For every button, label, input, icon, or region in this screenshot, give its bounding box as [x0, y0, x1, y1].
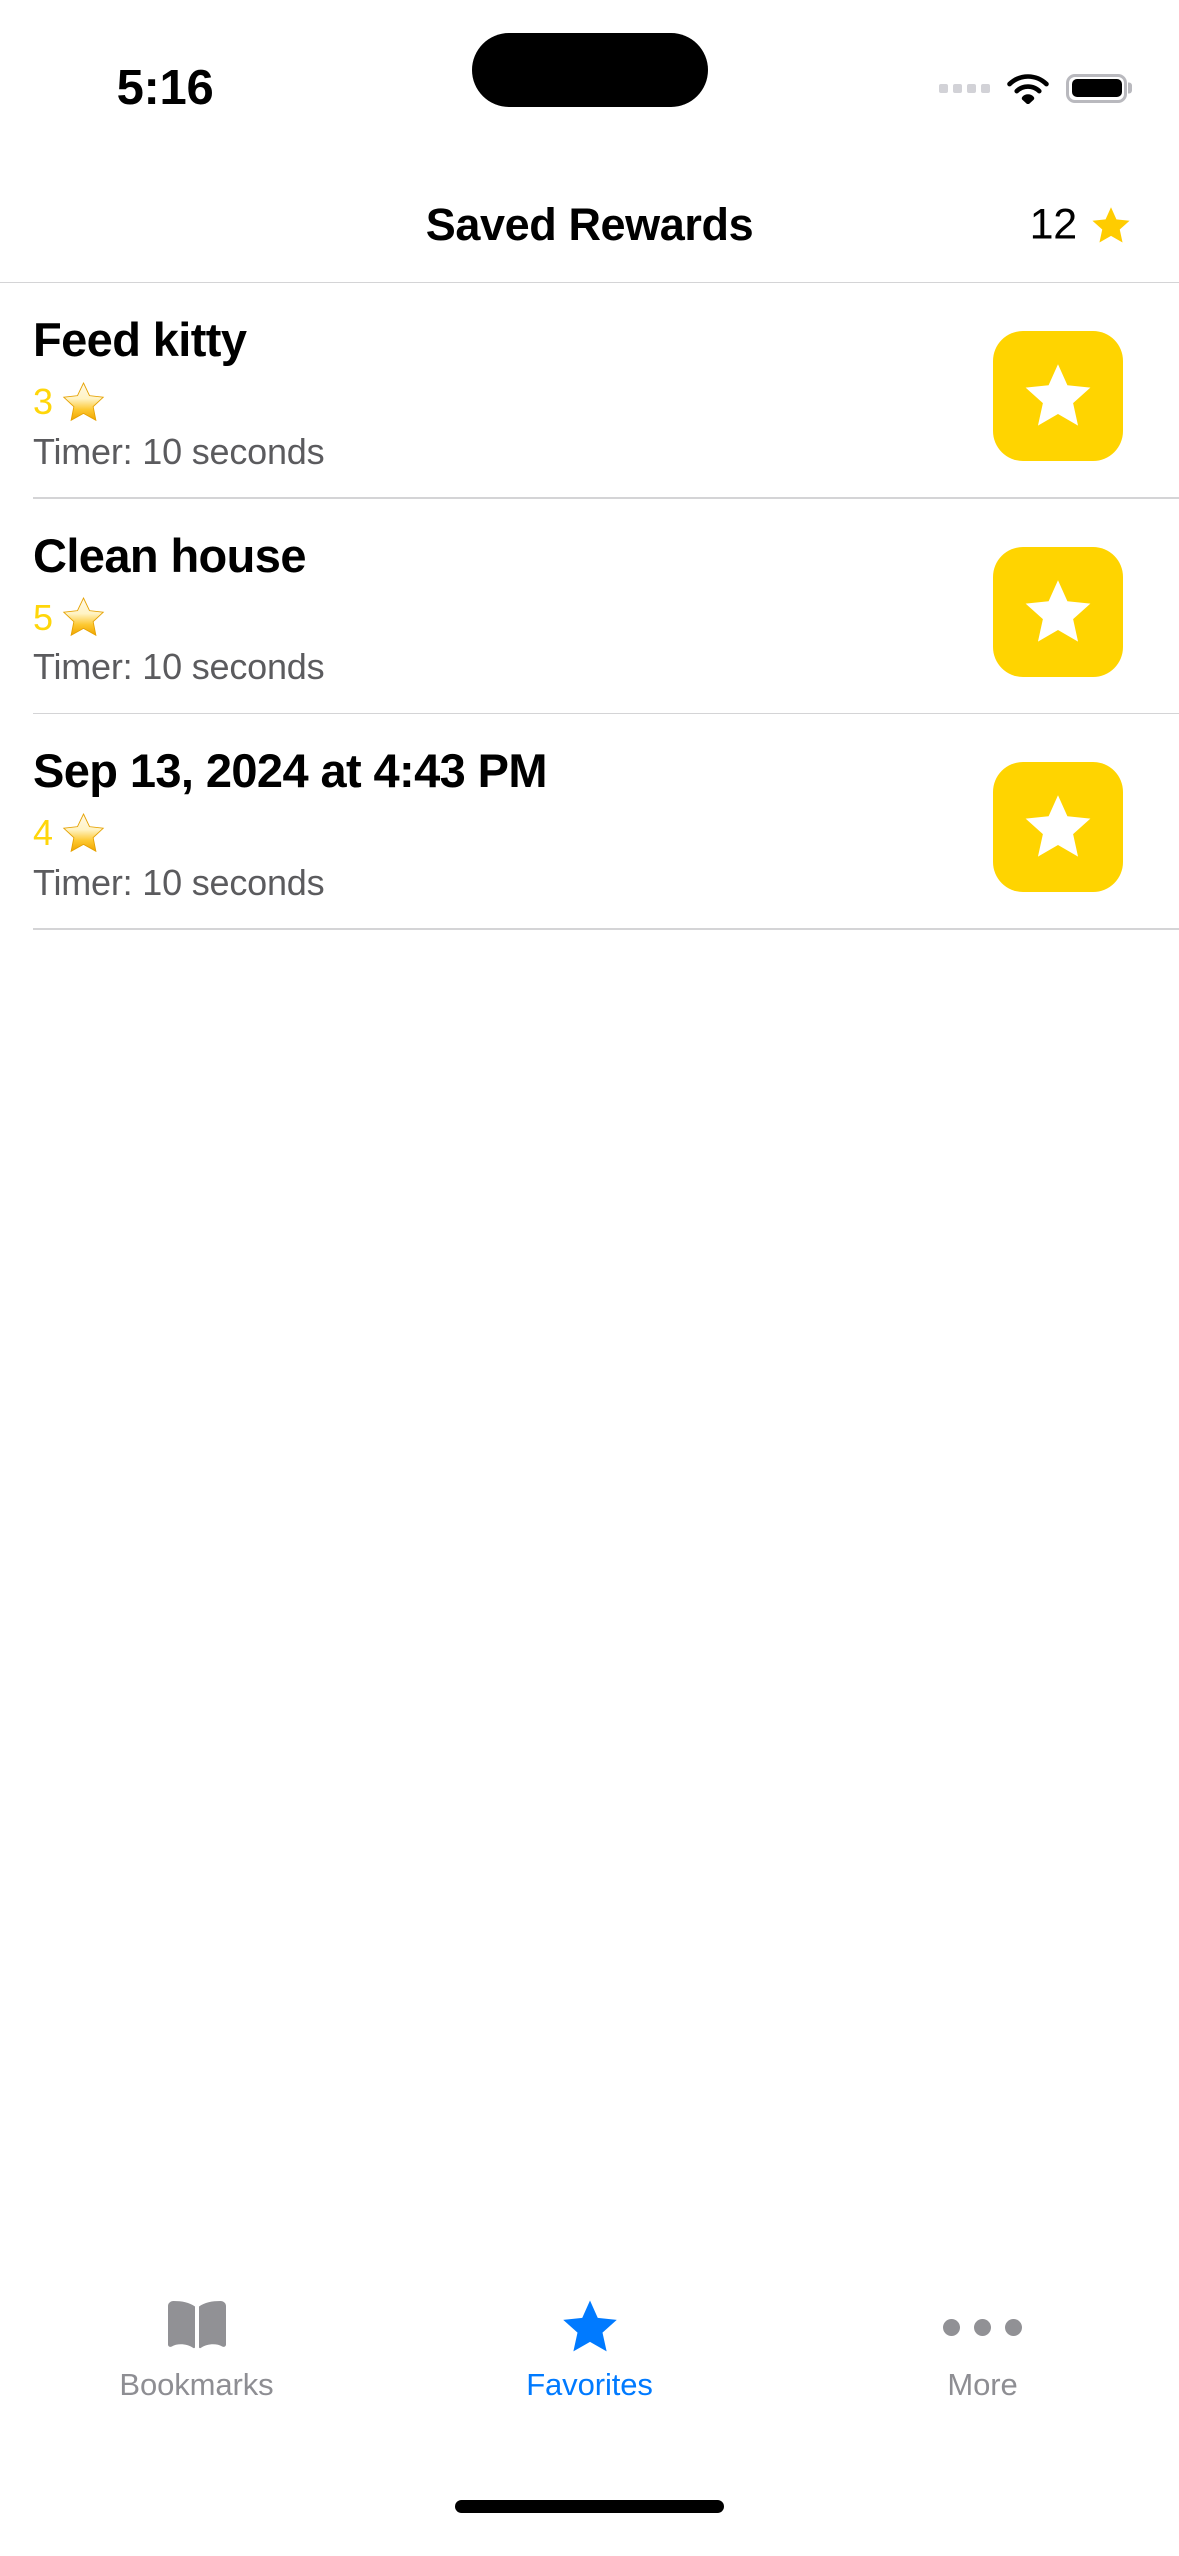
- reward-action: [993, 331, 1123, 461]
- home-indicator[interactable]: [455, 2500, 724, 2513]
- navigation-bar: Saved Rewards 12: [0, 168, 1179, 283]
- book-icon: [166, 2296, 228, 2358]
- reward-timer: Timer: 10 seconds: [33, 861, 325, 903]
- reward-points-value: 3: [33, 381, 53, 423]
- reward-details: Feed kitty 3 Timer: 10 seconds: [33, 309, 993, 473]
- reward-title: Feed kitty: [33, 313, 247, 366]
- tab-favorites-label: Favorites: [526, 2367, 653, 2402]
- tab-bookmarks-label: Bookmarks: [119, 2367, 274, 2402]
- list-item[interactable]: Feed kitty 3 Timer: 10 seconds: [0, 283, 1179, 499]
- rewards-list: Feed kitty 3 Timer: 10 seconds Clean hou…: [0, 283, 1179, 2274]
- reward-points: 3: [33, 380, 993, 425]
- cellular-dots-icon: [939, 83, 990, 93]
- tab-more-label: More: [947, 2367, 1018, 2402]
- reward-points: 4: [33, 811, 993, 856]
- status-bar-indicators: [939, 0, 1127, 168]
- home-indicator-area: [0, 2484, 1179, 2556]
- ellipsis-icon: [943, 2296, 1022, 2358]
- total-points-badge: 12: [1030, 201, 1132, 250]
- reward-title: Sep 13, 2024 at 4:43 PM: [33, 744, 548, 798]
- status-bar-time: 5:16: [116, 61, 214, 115]
- reward-action: [993, 762, 1123, 893]
- reward-timer: Timer: 10 seconds: [33, 646, 325, 688]
- page-title: Saved Rewards: [425, 199, 754, 250]
- status-bar: 5:16: [0, 0, 1179, 168]
- star-button-icon[interactable]: [993, 546, 1123, 677]
- star-button-icon[interactable]: [993, 762, 1123, 893]
- reward-points-value: 4: [33, 812, 53, 854]
- star-emoji-icon: [62, 597, 105, 637]
- dynamic-island: [471, 33, 708, 107]
- reward-details: Clean house 5 Timer: 10 seconds: [33, 525, 993, 689]
- reward-timer: Timer: 10 seconds: [33, 430, 325, 472]
- app-screen: 5:16 Saved Rewards 12 Feed kitty 3 Timer…: [0, 0, 1179, 2556]
- star-button-icon[interactable]: [993, 331, 1123, 461]
- star-emoji-icon: [62, 381, 105, 421]
- list-item[interactable]: Sep 13, 2024 at 4:43 PM 4 Timer: 10 seco…: [0, 714, 1179, 930]
- star-glyph-icon: [1025, 364, 1091, 426]
- battery-icon: [1066, 73, 1127, 103]
- star-glyph-icon: [1025, 579, 1091, 642]
- star-glyph-icon: [1025, 795, 1091, 857]
- list-item[interactable]: Clean house 5 Timer: 10 seconds: [0, 499, 1179, 715]
- star-icon: [559, 2296, 621, 2358]
- star-emoji-icon: [62, 812, 105, 852]
- tab-bookmarks[interactable]: Bookmarks: [0, 2296, 393, 2403]
- reward-points: 5: [33, 595, 993, 640]
- star-filled-icon: [1092, 206, 1130, 242]
- tab-favorites[interactable]: Favorites: [393, 2296, 786, 2403]
- wifi-icon: [1007, 74, 1049, 104]
- reward-action: [993, 546, 1123, 677]
- reward-points-value: 5: [33, 596, 53, 638]
- reward-title: Clean house: [33, 528, 306, 582]
- tab-more[interactable]: More: [786, 2296, 1179, 2403]
- tab-bar: Bookmarks Favorites More: [0, 2274, 1179, 2484]
- reward-details: Sep 13, 2024 at 4:43 PM 4 Timer: 10 seco…: [33, 740, 993, 904]
- total-points-value: 12: [1029, 200, 1078, 249]
